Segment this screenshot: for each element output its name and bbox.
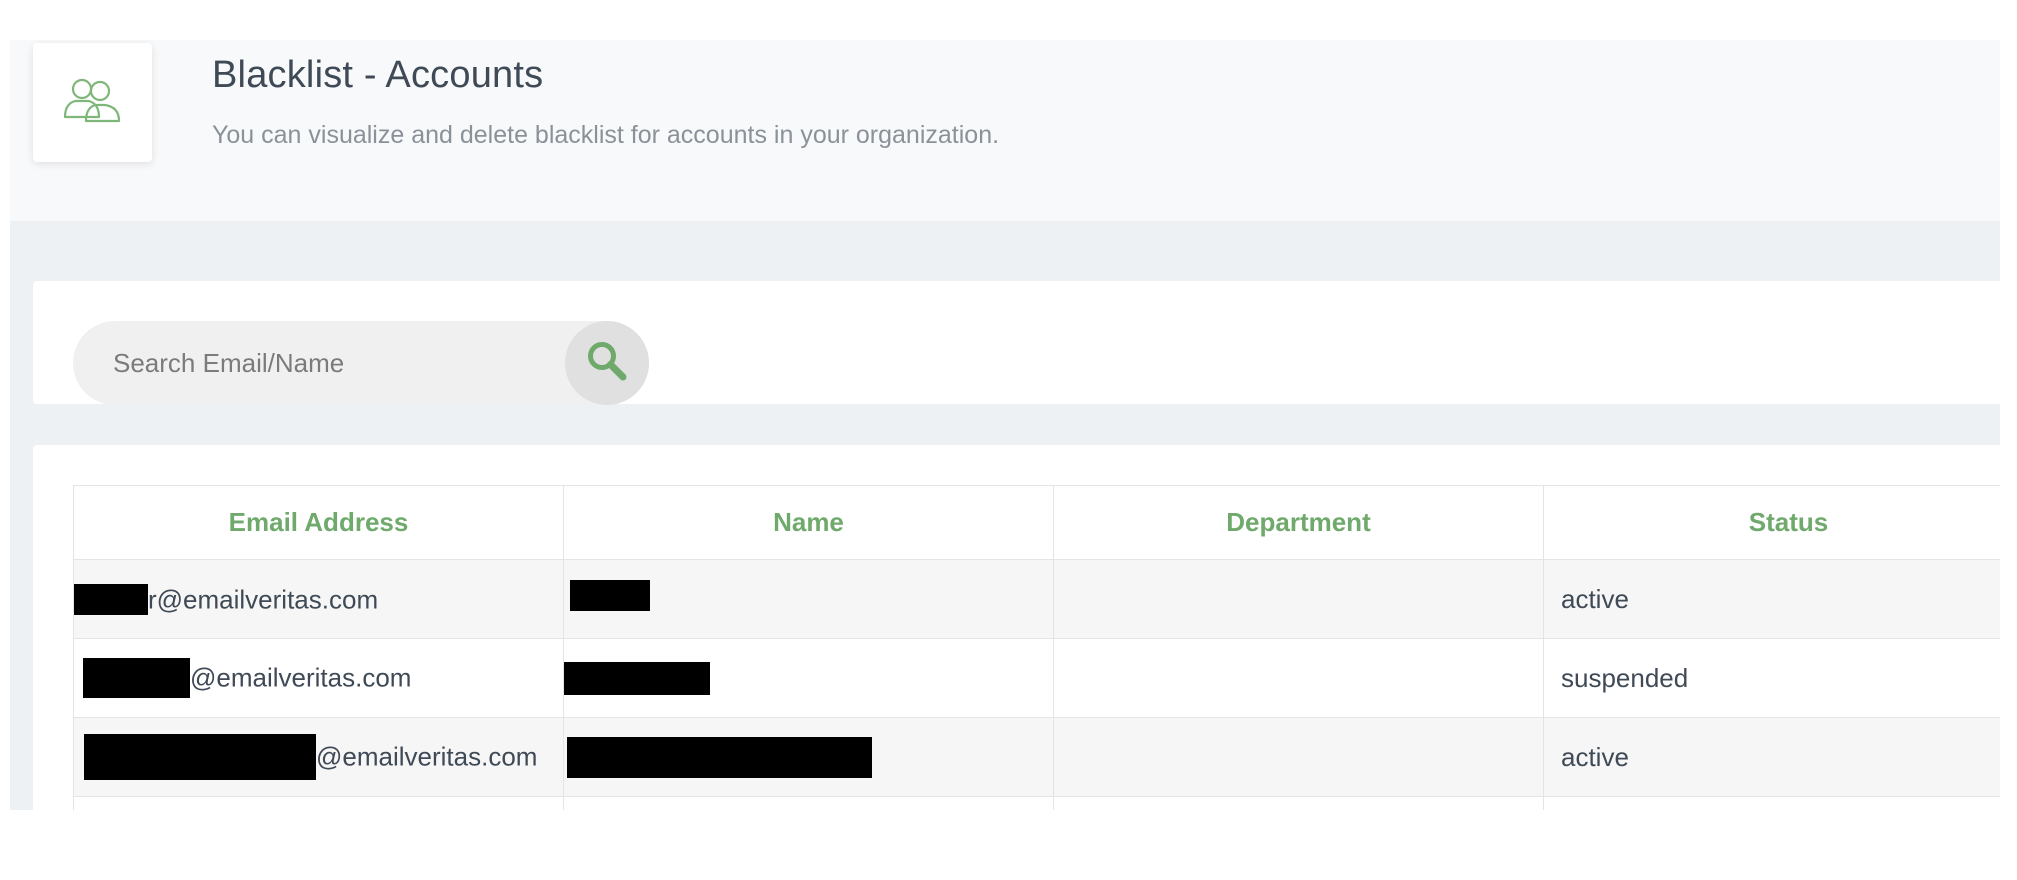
search-card [33, 281, 2000, 405]
table-row[interactable]: r@emailveritas.com active [73, 559, 2000, 639]
email-text: @emailveritas.com [316, 741, 538, 772]
page-subtitle: You can visualize and delete blacklist f… [212, 121, 1000, 149]
table-header-row: Email Address Name Department Status [73, 485, 2000, 560]
column-header-name[interactable]: Name [563, 485, 1054, 560]
name-cell [563, 796, 1054, 810]
status-cell [1543, 796, 2000, 810]
accounts-table: Email Address Name Department Status r@e… [73, 485, 2000, 810]
table-row[interactable]: @emailveritas.com active [73, 717, 2000, 797]
name-cell [563, 559, 1054, 639]
header-icon-box [33, 43, 152, 162]
redacted-block [84, 734, 316, 780]
email-text: r@emailveritas.com [148, 584, 379, 615]
redacted-block [564, 661, 710, 695]
department-cell [1053, 796, 1544, 810]
redacted-block [567, 736, 872, 778]
search-input[interactable] [73, 321, 563, 405]
email-cell: @emailveritas.com [73, 638, 564, 718]
search-icon [585, 339, 629, 388]
status-cell: suspended [1543, 638, 2000, 718]
page-header: Blacklist - Accounts You can visualize a… [10, 40, 2000, 221]
app-window: Blacklist - Accounts You can visualize a… [10, 40, 2000, 810]
email-cell: r@emailveritas.com [73, 559, 564, 639]
users-icon [62, 75, 124, 130]
table-card: Email Address Name Department Status r@e… [33, 445, 2000, 810]
status-cell: active [1543, 559, 2000, 639]
status-cell: active [1543, 717, 2000, 797]
name-cell [563, 717, 1054, 797]
redacted-block [570, 580, 650, 612]
column-header-email[interactable]: Email Address [73, 485, 564, 560]
department-cell [1053, 559, 1544, 639]
page-title: Blacklist - Accounts [212, 54, 544, 96]
department-cell [1053, 717, 1544, 797]
column-header-status[interactable]: Status [1543, 485, 2000, 560]
column-header-department[interactable]: Department [1053, 485, 1544, 560]
email-cell: @emailveritas.com [73, 717, 564, 797]
redacted-block [83, 658, 190, 698]
table-row[interactable] [73, 796, 2000, 810]
email-text: @emailveritas.com [190, 662, 412, 693]
name-cell [563, 638, 1054, 718]
email-cell [73, 796, 564, 810]
department-cell [1053, 638, 1544, 718]
search-button[interactable] [565, 321, 649, 405]
search-box [73, 321, 649, 405]
redacted-block [74, 584, 148, 616]
table-row[interactable]: @emailveritas.com suspended [73, 638, 2000, 718]
